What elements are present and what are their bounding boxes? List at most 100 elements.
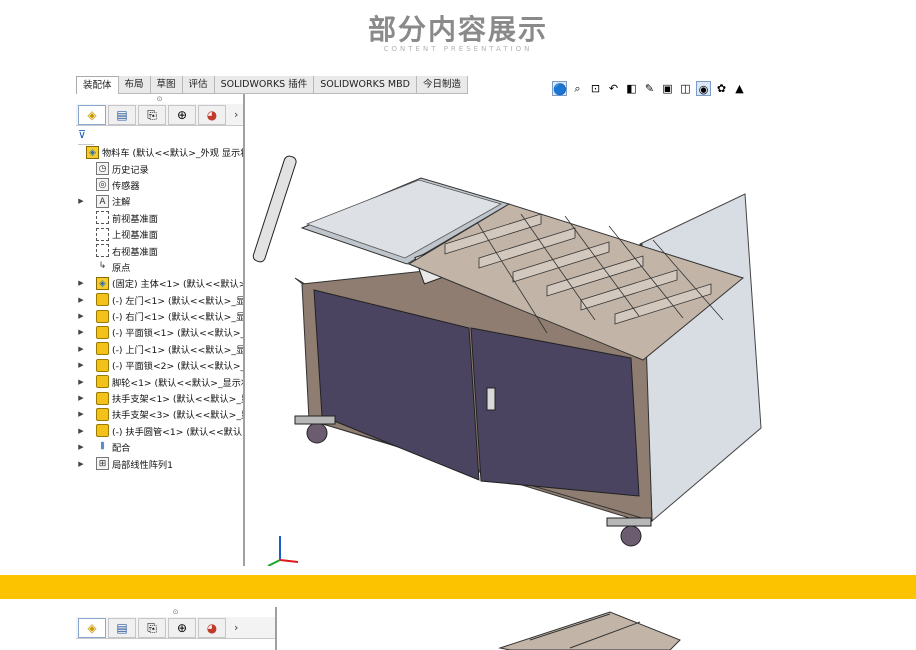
expand-arrow-icon[interactable]: ▶ bbox=[76, 197, 86, 205]
part-icon bbox=[96, 358, 109, 372]
expand-arrow-icon[interactable]: ▶ bbox=[76, 410, 86, 418]
tab-evaluate[interactable]: 评估 bbox=[183, 76, 215, 94]
sensor-icon: ◎ bbox=[96, 178, 109, 192]
tree-item[interactable]: ▶ (-) 左门<1> (默认<<默认>_显示状 bbox=[76, 292, 243, 308]
part-icon bbox=[96, 325, 109, 339]
tab-assembly[interactable]: 装配体 bbox=[76, 76, 119, 94]
linear-pattern-icon: ⊞ bbox=[96, 457, 109, 471]
cabinet-right-side bbox=[639, 193, 762, 523]
panel-tabs: ◈ ▤ ⎘ ⊕ ◕ › bbox=[76, 104, 243, 126]
door-lock-icon[interactable] bbox=[486, 387, 496, 411]
expand-arrow-icon[interactable]: ▶ bbox=[76, 328, 86, 336]
zoom-area-icon[interactable]: ⊡ bbox=[588, 81, 603, 96]
expand-arrow-icon[interactable]: ▶ bbox=[76, 378, 86, 386]
cad-viewport-2 bbox=[498, 611, 681, 650]
expand-arrow-icon[interactable]: ▶ bbox=[76, 460, 86, 468]
featuremanager-icon[interactable]: ◈ bbox=[78, 617, 106, 638]
history-icon: ◷ bbox=[96, 162, 109, 176]
tree-item-label: 物料车 (默认<<默认>_外观 显示状态- bbox=[102, 148, 243, 160]
tree-item[interactable]: ◎ 传感器 bbox=[76, 177, 243, 193]
expand-arrow-icon[interactable]: ▶ bbox=[76, 427, 86, 435]
tree-item[interactable]: ▶ (-) 平面锁<2> (默认<<默认>_显示 bbox=[76, 357, 243, 373]
bin-tray-2 bbox=[498, 611, 681, 650]
tree-item[interactable]: ▶ (-) 右门<1> (默认<<默认>_显示状 bbox=[76, 308, 243, 324]
chevron-right-icon[interactable]: › bbox=[234, 621, 238, 634]
tab-layout[interactable]: 布局 bbox=[119, 76, 151, 94]
tree-item[interactable]: ▶ 扶手支架<3> (默认<<默认>_显示 bbox=[76, 406, 243, 422]
tree-item[interactable]: ◷ 历史记录 bbox=[76, 160, 243, 176]
configurationmanager-icon[interactable]: ⎘ bbox=[138, 104, 166, 125]
expand-arrow-icon[interactable]: ▶ bbox=[76, 443, 86, 451]
command-manager-tabs: 装配体 布局 草图 评估 SOLIDWORKS 插件 SOLIDWORKS MB… bbox=[76, 76, 468, 94]
cad-viewport[interactable] bbox=[247, 98, 806, 566]
feature-manager-panel-2: ⊙ ◈ ▤ ⎘ ⊕ ◕ › bbox=[76, 607, 277, 650]
view-style-icon[interactable]: ▣ bbox=[660, 81, 675, 96]
tab-manufacturing[interactable]: 今日制造 bbox=[417, 76, 468, 94]
tree-item[interactable]: 右视基准面 bbox=[76, 242, 243, 258]
expand-arrow-icon[interactable]: ▶ bbox=[76, 394, 86, 402]
caster-base-right bbox=[606, 517, 652, 527]
push-handle[interactable] bbox=[252, 155, 297, 263]
caster-wheel-front-right bbox=[620, 525, 642, 547]
tree-item[interactable]: ▶ 脚轮<1> (默认<<默认>_显示状态 bbox=[76, 373, 243, 389]
tree-item[interactable]: ▶ 扶手支架<1> (默认<<默认>_显示 bbox=[76, 390, 243, 406]
filter-icon[interactable]: ⊽ bbox=[78, 126, 94, 145]
part-icon bbox=[96, 309, 109, 323]
feature-tree: ◈ 物料车 (默认<<默认>_外观 显示状态- ◷ 历史记录 ◎ 传感器 ▶ A… bbox=[76, 144, 243, 472]
tree-item[interactable]: ▶ ◈ (固定) 主体<1> (默认<<默认>_外 bbox=[76, 275, 243, 291]
configurationmanager-icon[interactable]: ⎘ bbox=[138, 617, 166, 638]
appearance-icon[interactable]: ✿ bbox=[714, 81, 729, 96]
view-orientation-icon[interactable]: 🔵 bbox=[552, 80, 567, 96]
expand-arrow-icon[interactable]: ▶ bbox=[76, 361, 86, 369]
dimxpert-icon[interactable]: ⊕ bbox=[168, 617, 196, 638]
hide-show-icon[interactable]: ◉ bbox=[696, 80, 711, 96]
tree-item[interactable]: ▶ A 注解 bbox=[76, 193, 243, 209]
tree-item[interactable]: ↳ 原点 bbox=[76, 259, 243, 275]
display-manager-icon[interactable]: ◕ bbox=[198, 104, 226, 125]
dynamic-annotation-icon[interactable]: ✎ bbox=[642, 81, 657, 96]
caster-base-left bbox=[294, 415, 336, 425]
panel-grip-icon[interactable]: ⊙ bbox=[76, 94, 243, 104]
dimxpert-icon[interactable]: ⊕ bbox=[168, 104, 196, 125]
plane-icon bbox=[96, 227, 109, 241]
part-icon bbox=[96, 424, 109, 438]
tree-item[interactable]: ▶ (-) 扶手圆管<1> (默认<<默认>_显 bbox=[76, 423, 243, 439]
page-title: 部分内容展示 bbox=[367, 13, 548, 46]
section-view-icon[interactable]: ◧ bbox=[624, 81, 639, 96]
part-icon bbox=[96, 391, 109, 405]
caster-wheel-front-left bbox=[306, 422, 328, 444]
display-manager-icon[interactable]: ◕ bbox=[198, 617, 226, 638]
tab-addins[interactable]: SOLIDWORKS 插件 bbox=[215, 76, 315, 94]
tree-item[interactable]: ▶ ⊞ 局部线性阵列1 bbox=[76, 455, 243, 471]
expand-arrow-icon[interactable]: ▶ bbox=[76, 345, 86, 353]
expand-arrow-icon[interactable]: ▶ bbox=[76, 279, 86, 287]
annotation-icon: A bbox=[96, 194, 109, 208]
zoom-to-fit-icon[interactable]: ⌕ bbox=[570, 81, 585, 96]
plane-icon bbox=[96, 211, 109, 225]
propertymanager-icon[interactable]: ▤ bbox=[108, 104, 136, 125]
tree-item[interactable]: 前视基准面 bbox=[76, 210, 243, 226]
part-icon bbox=[96, 407, 109, 421]
tree-item-root[interactable]: ◈ 物料车 (默认<<默认>_外观 显示状态- bbox=[76, 144, 243, 160]
tab-sketch[interactable]: 草图 bbox=[151, 76, 183, 94]
tree-item[interactable]: ▶ (-) 上门<1> (默认<<默认>_显示状 bbox=[76, 341, 243, 357]
tree-item[interactable]: 上视基准面 bbox=[76, 226, 243, 242]
assembly-icon: ◈ bbox=[86, 145, 99, 159]
display-style-icon[interactable]: ◫ bbox=[678, 81, 693, 96]
tree-item[interactable]: ▶ ⫴ 配合 bbox=[76, 439, 243, 455]
origin-icon: ↳ bbox=[98, 261, 107, 272]
tab-mbd[interactable]: SOLIDWORKS MBD bbox=[314, 76, 417, 94]
tree-filter[interactable]: ⊽ bbox=[76, 126, 243, 145]
expand-arrow-icon[interactable]: ▶ bbox=[76, 296, 86, 304]
heads-up-view-toolbar: 🔵 ⌕ ⊡ ↶ ◧ ✎ ▣ ◫ ◉ ✿ ▲ bbox=[552, 78, 747, 98]
subassembly-icon: ◈ bbox=[96, 276, 109, 290]
coordinate-triad-icon bbox=[267, 536, 299, 566]
scene-icon[interactable]: ▲ bbox=[732, 81, 747, 96]
propertymanager-icon[interactable]: ▤ bbox=[108, 617, 136, 638]
tree-item[interactable]: ▶ (-) 平面锁<1> (默认<<默认>_显示 bbox=[76, 324, 243, 340]
chevron-right-icon[interactable]: › bbox=[234, 108, 238, 121]
panel-grip-icon[interactable]: ⊙ bbox=[76, 607, 275, 617]
previous-view-icon[interactable]: ↶ bbox=[606, 81, 621, 96]
expand-arrow-icon[interactable]: ▶ bbox=[76, 312, 86, 320]
featuremanager-icon[interactable]: ◈ bbox=[78, 104, 106, 125]
